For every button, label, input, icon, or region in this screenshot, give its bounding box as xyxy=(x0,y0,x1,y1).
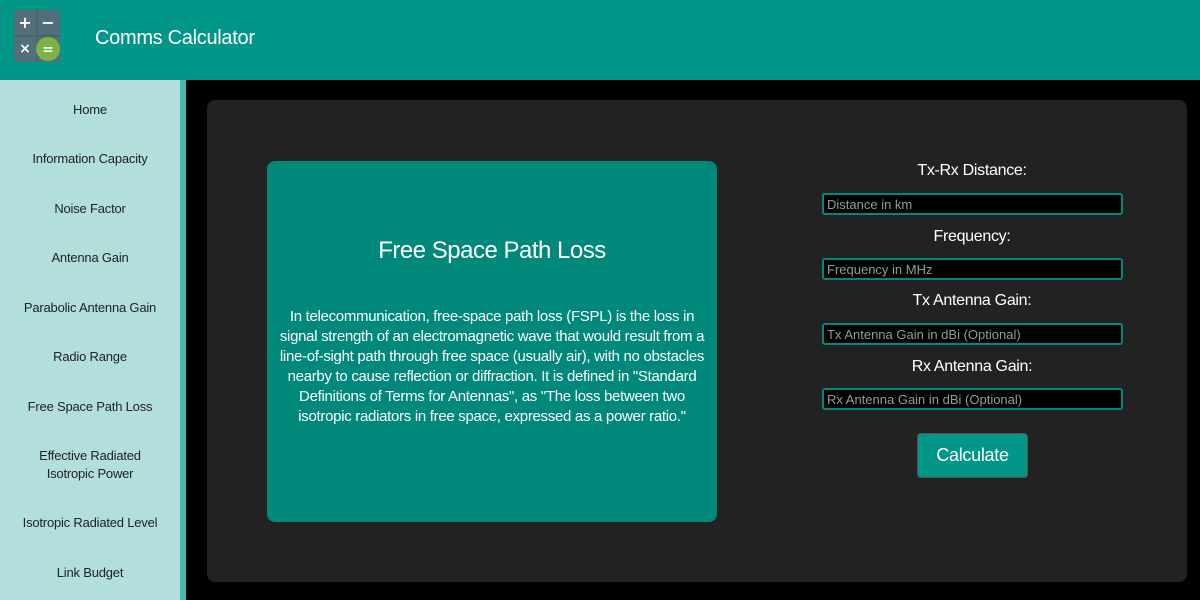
frequency-input[interactable] xyxy=(822,258,1123,280)
sidebar-item-link-budget[interactable]: Link Budget xyxy=(0,564,180,582)
app-header: + − × = Comms Calculator xyxy=(0,0,1200,80)
rx-antenna-gain-input[interactable] xyxy=(822,388,1123,410)
frequency-label: Frequency: xyxy=(933,228,1011,245)
sidebar-item-isotropic-radiated-level[interactable]: Isotropic Radiated Level xyxy=(0,514,180,532)
distance-input[interactable] xyxy=(822,193,1123,215)
svg-text:=: = xyxy=(42,42,54,58)
calculator-icon: + − × = xyxy=(14,10,60,62)
sidebar-item-noise-factor[interactable]: Noise Factor xyxy=(0,200,180,218)
tx-antenna-gain-input[interactable] xyxy=(822,323,1123,345)
sidebar-divider xyxy=(180,80,186,600)
info-title: Free Space Path Loss xyxy=(378,237,606,264)
distance-label: Tx-Rx Distance: xyxy=(917,162,1027,179)
sidebar-item-home[interactable]: Home xyxy=(0,101,180,119)
sidebar-item-information-capacity[interactable]: Information Capacity xyxy=(0,150,180,168)
sidebar-item-radio-range[interactable]: Radio Range xyxy=(0,348,180,366)
sidebar-item-free-space-path-loss[interactable]: Free Space Path Loss xyxy=(0,398,180,416)
svg-text:−: − xyxy=(41,13,54,32)
info-description: In telecommunication, free-space path lo… xyxy=(279,308,705,425)
sidebar-item-effective-radiated-isotropic-power[interactable]: Effective Radiated Isotropic Power xyxy=(30,447,150,483)
info-card: Free Space Path Loss In telecommunicatio… xyxy=(267,161,717,522)
app-title: Comms Calculator xyxy=(95,27,255,49)
tx-antenna-gain-label: Tx Antenna Gain: xyxy=(912,292,1032,309)
sidebar-item-antenna-gain[interactable]: Antenna Gain xyxy=(0,249,180,267)
svg-text:+: + xyxy=(18,13,31,32)
svg-text:×: × xyxy=(19,41,31,57)
sidebar-item-parabolic-antenna-gain[interactable]: Parabolic Antenna Gain xyxy=(0,299,180,317)
calculate-button[interactable]: Calculate xyxy=(917,433,1028,478)
rx-antenna-gain-label: Rx Antenna Gain: xyxy=(911,358,1033,375)
